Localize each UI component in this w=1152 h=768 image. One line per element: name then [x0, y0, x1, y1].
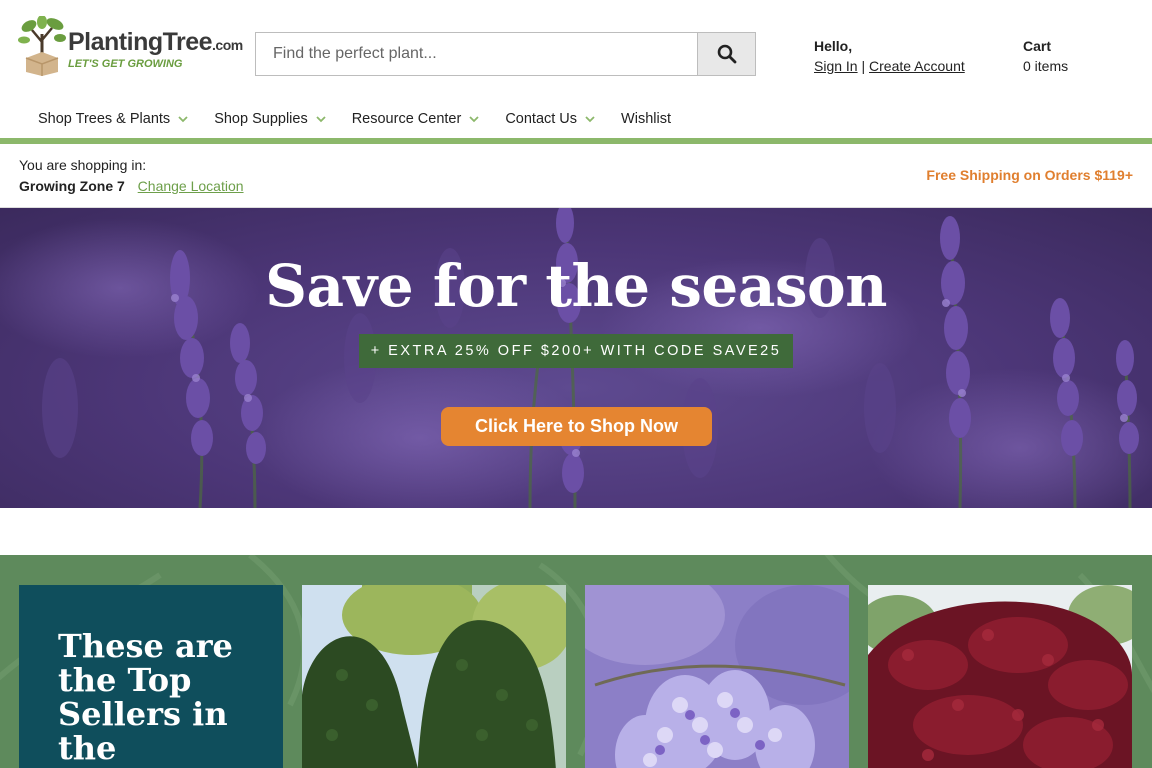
- nav-label: Wishlist: [621, 111, 671, 127]
- search-bar: [255, 32, 756, 76]
- logo-domain: .com: [212, 37, 243, 53]
- main-nav: Shop Trees & Plants Shop Supplies Resour…: [0, 100, 1152, 138]
- cart-count: 0 items: [1023, 58, 1069, 74]
- logo-wordmark: PlantingTree.com: [68, 28, 243, 57]
- search-icon: [717, 44, 736, 64]
- growing-zone: Growing Zone 7: [19, 178, 125, 194]
- nav-label: Shop Supplies: [214, 111, 308, 127]
- logo-tagline: LET'S GET GROWING: [68, 58, 183, 70]
- nav-contact-us[interactable]: Contact Us: [505, 111, 595, 127]
- location-prefix: You are shopping in:: [19, 157, 147, 173]
- product-card-wisteria[interactable]: [585, 585, 849, 768]
- account-separator: |: [861, 58, 866, 74]
- shop-now-button[interactable]: Click Here to Shop Now: [441, 407, 712, 446]
- nav-label: Contact Us: [505, 111, 578, 127]
- nav-wishlist[interactable]: Wishlist: [621, 111, 671, 127]
- create-account-link[interactable]: Create Account: [869, 58, 965, 74]
- top-sellers-intro: These are the Top Sellers in the Nursery: [19, 585, 283, 768]
- account-greeting: Hello,: [814, 38, 853, 54]
- chevron-down-icon: [178, 115, 188, 122]
- japanese-maple-photo: [868, 585, 1132, 768]
- nav-shop-supplies[interactable]: Shop Supplies: [214, 111, 326, 127]
- product-card-japanese-maple[interactable]: [868, 585, 1132, 768]
- top-sellers-section: These are the Top Sellers in the Nursery: [0, 555, 1152, 768]
- hero-title: Save for the season: [265, 252, 887, 320]
- site-header: PlantingTree.com LET'S GET GROWING Hello…: [0, 0, 1152, 100]
- nav-resource-center[interactable]: Resource Center: [352, 111, 480, 127]
- promo-code-banner: + EXTRA 25% OFF $200+ WITH CODE SAVE25: [359, 334, 793, 368]
- nav-shop-trees-plants[interactable]: Shop Trees & Plants: [38, 111, 188, 127]
- nav-label: Shop Trees & Plants: [38, 111, 171, 127]
- account-links: Hello, Sign In | Create Account: [814, 36, 965, 76]
- wisteria-photo: [585, 585, 849, 768]
- holly-trees-photo: [302, 585, 566, 768]
- location-bar: You are shopping in: Growing Zone 7 Chan…: [0, 144, 1152, 208]
- sign-in-link[interactable]: Sign In: [814, 58, 858, 74]
- cart-link[interactable]: Cart 0 items: [1023, 36, 1068, 76]
- tree-logo-icon: [18, 16, 66, 76]
- chevron-down-icon: [469, 115, 479, 122]
- top-sellers-heading: These are the Top Sellers in the Nursery: [58, 627, 233, 768]
- nav-label: Resource Center: [351, 111, 462, 127]
- site-logo[interactable]: PlantingTree.com LET'S GET GROWING: [18, 16, 243, 76]
- search-button[interactable]: [697, 33, 755, 75]
- change-location-link[interactable]: Change Location: [138, 178, 244, 194]
- hero-banner[interactable]: Save for the season + EXTRA 25% OFF $200…: [0, 208, 1152, 508]
- logo-name: PlantingTree: [68, 28, 213, 56]
- chevron-down-icon: [585, 115, 595, 122]
- cart-label: Cart: [1023, 38, 1052, 54]
- search-input[interactable]: [256, 33, 697, 75]
- chevron-down-icon: [316, 115, 326, 122]
- product-card-holly[interactable]: [302, 585, 566, 768]
- free-shipping-banner[interactable]: Free Shipping on Orders $119+: [926, 167, 1133, 183]
